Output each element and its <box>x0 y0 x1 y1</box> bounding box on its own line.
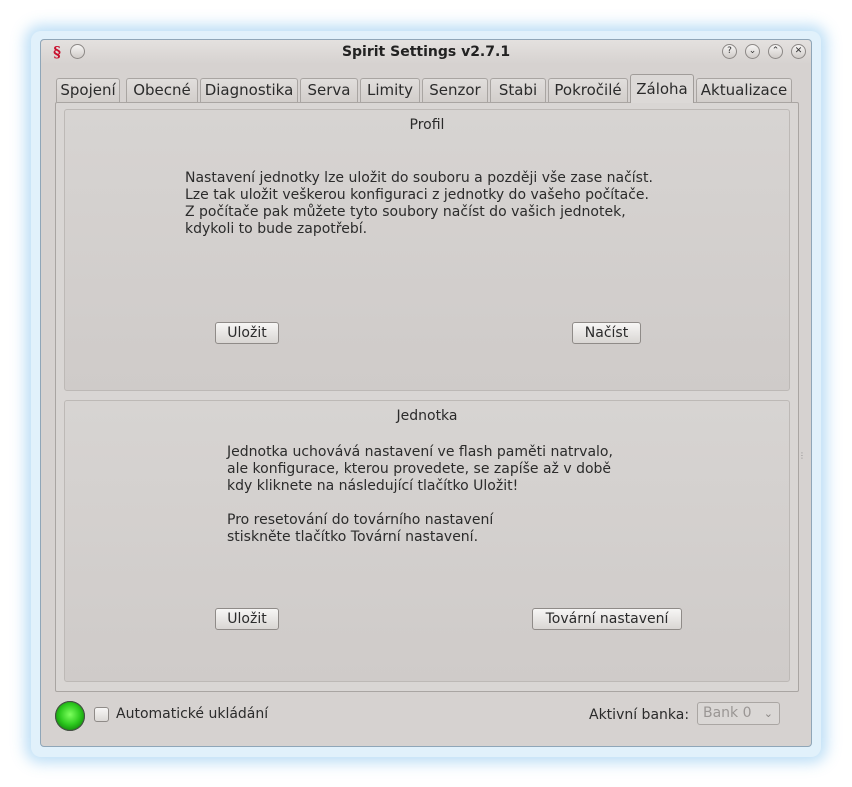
autosave-label[interactable]: Automatické ukládání <box>116 706 268 722</box>
tab-obecne[interactable]: Obecné <box>126 78 198 102</box>
factory-reset-button[interactable]: Tovární nastavení <box>532 608 682 630</box>
tab-panel-zaloha: ⋮ Profil Nastavení jednotky lze uložit d… <box>55 102 806 692</box>
unit-group: Jednotka Jednotka uchovává nastavení ve … <box>64 400 790 682</box>
tab-zaloha[interactable]: Záloha <box>630 74 694 103</box>
profile-description: Nastavení jednotky lze uložit do souboru… <box>185 170 653 237</box>
unit-description: Jednotka uchovává nastavení ve flash pam… <box>227 444 613 545</box>
profile-group: Profil Nastavení jednotky lze uložit do … <box>64 109 790 391</box>
tab-pokrocile[interactable]: Pokročilé <box>548 78 628 102</box>
app-window: § Spirit Settings v2.7.1 ? ⌄ ⌃ ✕ Spojení… <box>40 39 812 747</box>
tab-senzor[interactable]: Senzor <box>422 78 488 102</box>
tab-spojeni[interactable]: Spojení <box>56 78 120 102</box>
close-button[interactable]: ✕ <box>791 44 806 59</box>
tab-limity[interactable]: Limity <box>360 78 420 102</box>
active-bank-label: Aktivní banka: <box>589 707 690 723</box>
window-title: Spirit Settings v2.7.1 <box>341 44 511 60</box>
help-button[interactable]: ? <box>722 44 737 59</box>
splitter-handle[interactable]: ⋮ <box>798 451 806 461</box>
profile-load-button[interactable]: Načíst <box>572 322 641 344</box>
profile-group-title: Profil <box>409 117 445 133</box>
tab-serva[interactable]: Serva <box>300 78 358 102</box>
minimize-button[interactable]: ⌄ <box>745 44 760 59</box>
tab-diagnostika[interactable]: Diagnostika <box>200 78 298 102</box>
chevron-down-icon: ⌄ <box>763 707 773 720</box>
title-bar[interactable]: § Spirit Settings v2.7.1 ? ⌄ ⌃ ✕ <box>41 40 811 64</box>
tab-aktualizace[interactable]: Aktualizace <box>696 78 792 102</box>
active-bank-select[interactable]: Bank 0 ⌄ <box>697 702 780 725</box>
connection-status-indicator <box>55 701 85 731</box>
unit-save-button[interactable]: Uložit <box>215 608 279 630</box>
active-bank-value: Bank 0 <box>703 705 752 721</box>
maximize-button[interactable]: ⌃ <box>768 44 783 59</box>
tab-stabi[interactable]: Stabi <box>490 78 546 102</box>
profile-save-button[interactable]: Uložit <box>215 322 279 344</box>
autosave-checkbox[interactable] <box>94 707 109 722</box>
unit-group-title: Jednotka <box>396 408 458 424</box>
